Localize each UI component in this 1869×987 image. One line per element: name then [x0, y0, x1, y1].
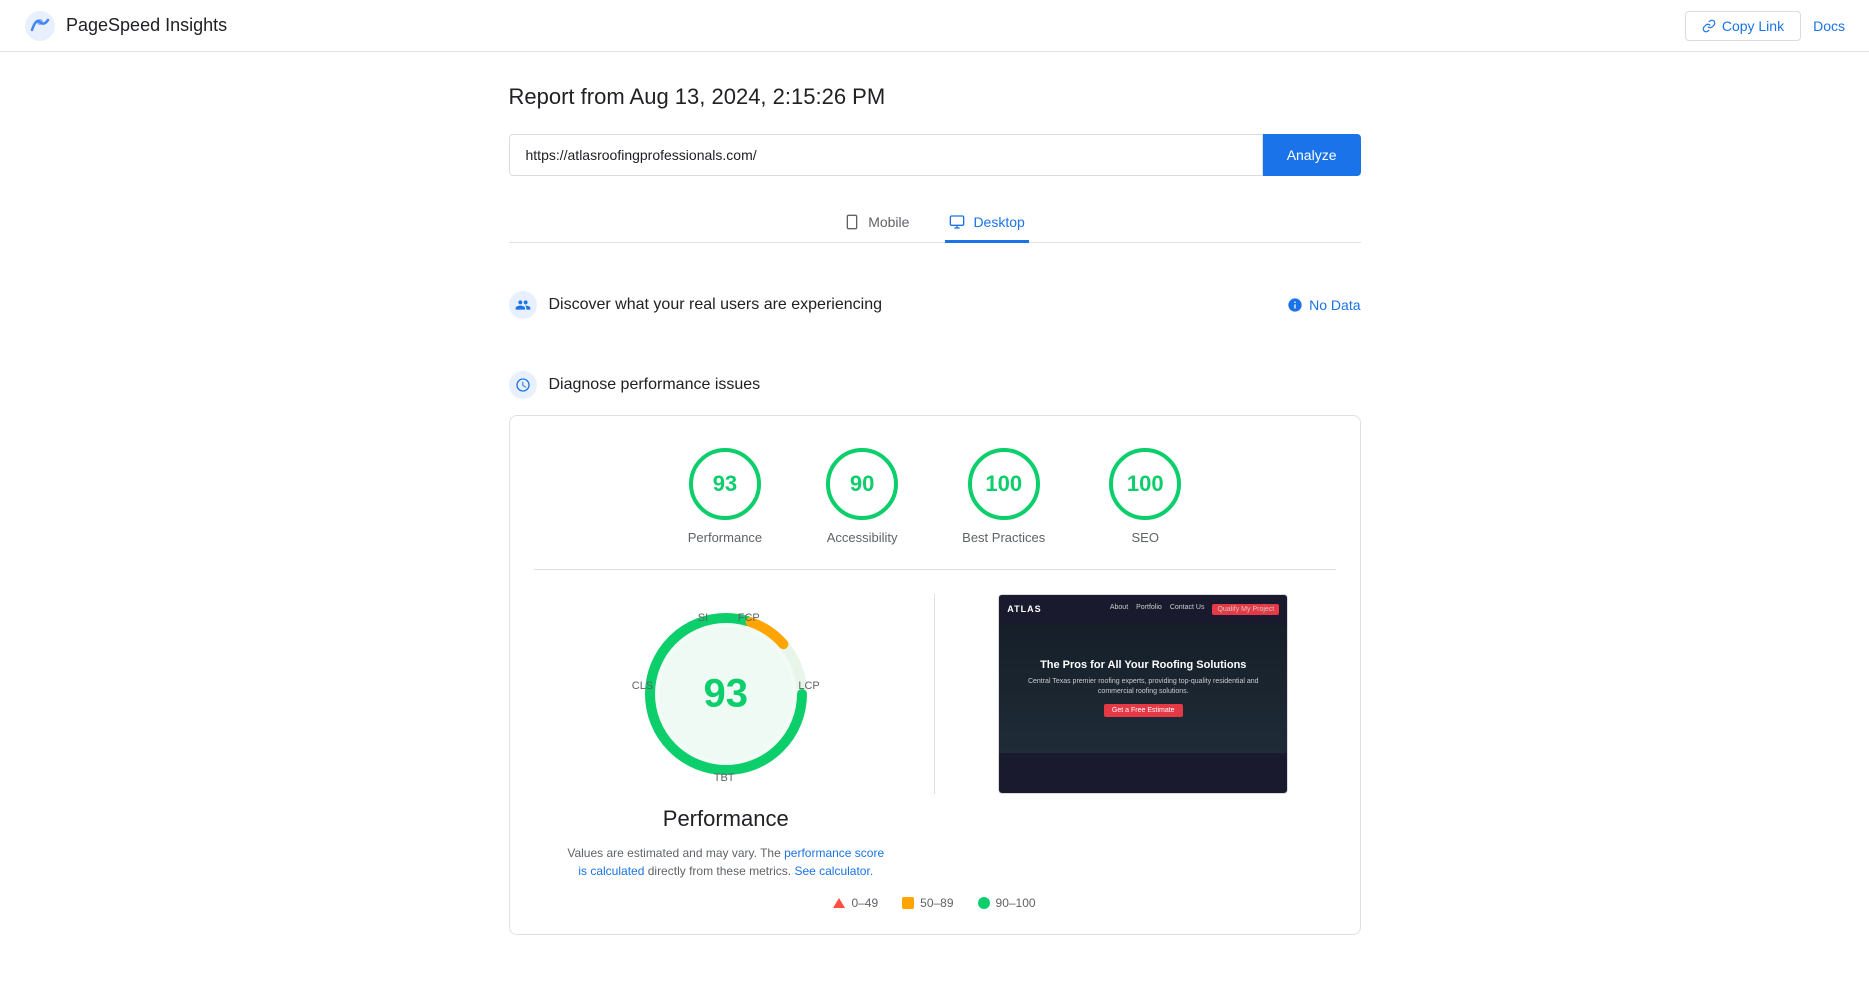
diagnose-icon — [509, 371, 537, 399]
device-tabs: Mobile Desktop — [509, 204, 1361, 243]
gauge-label-tbt: TBT — [714, 772, 735, 784]
screenshot-nav: About Portfolio Contact Us Qualify My Pr… — [1110, 604, 1279, 615]
copy-link-button[interactable]: Copy Link — [1685, 11, 1801, 41]
legend-pass: 90–100 — [978, 896, 1036, 910]
no-data-label: No Data — [1309, 297, 1360, 313]
legend-row: 0–49 50–89 90–100 — [534, 896, 1336, 910]
performance-label: Performance — [688, 530, 762, 545]
scores-row: 93 Performance 90 Accessibility 100 Best… — [534, 448, 1336, 545]
tab-mobile[interactable]: Mobile — [840, 204, 913, 243]
real-users-left: Discover what your real users are experi… — [509, 291, 882, 319]
gauge-icon — [515, 377, 531, 393]
gauge-section: 93 SI FCP LCP TBT CLS Performance — [550, 594, 903, 880]
best-practices-label: Best Practices — [962, 530, 1045, 545]
real-users-icon — [509, 291, 537, 319]
legend-fail: 0–49 — [833, 896, 878, 910]
legend-square-icon — [902, 897, 914, 909]
screenshot-bottom — [999, 753, 1287, 773]
scores-card: 93 Performance 90 Accessibility 100 Best… — [509, 415, 1361, 935]
legend-average: 50–89 — [902, 896, 953, 910]
header: PageSpeed Insights Copy Link Docs — [0, 0, 1869, 52]
accessibility-circle: 90 — [826, 448, 898, 520]
pagespeed-logo-icon — [24, 10, 56, 42]
tab-mobile-label: Mobile — [868, 214, 909, 230]
score-accessibility: 90 Accessibility — [826, 448, 898, 545]
gauge-label-cls: CLS — [632, 680, 653, 692]
screenshot-nav-btn: Qualify My Project — [1212, 604, 1279, 615]
gauge-label-si: SI — [698, 612, 708, 624]
score-best-practices: 100 Best Practices — [962, 448, 1045, 545]
accessibility-label: Accessibility — [827, 530, 898, 545]
screenshot-hero-title: The Pros for All Your Roofing Solutions — [1040, 659, 1246, 671]
header-left: PageSpeed Insights — [24, 10, 227, 42]
main-content: Report from Aug 13, 2024, 2:15:26 PM Ana… — [485, 52, 1385, 987]
gauge-label-fcp: FCP — [738, 612, 760, 624]
score-performance: 93 Performance — [688, 448, 762, 545]
people-icon — [515, 297, 531, 313]
real-users-section: Discover what your real users are experi… — [509, 275, 1361, 335]
scores-divider — [534, 569, 1336, 570]
perf-title: Performance — [663, 806, 789, 832]
header-right: Copy Link Docs — [1685, 11, 1845, 41]
perf-detail: 93 SI FCP LCP TBT CLS Performance — [534, 594, 1336, 880]
gauge-wrapper: 93 SI FCP LCP TBT CLS — [626, 594, 826, 794]
docs-link[interactable]: Docs — [1813, 18, 1845, 34]
url-input[interactable] — [509, 134, 1263, 176]
screenshot-brand: ATLAS — [1007, 604, 1041, 614]
gauge-label-lcp: LCP — [798, 680, 819, 692]
tab-desktop-label: Desktop — [973, 214, 1024, 230]
screenshot-mock: ATLAS About Portfolio Contact Us Qualify… — [998, 594, 1288, 794]
best-practices-circle: 100 — [968, 448, 1040, 520]
perf-note: Values are estimated and may vary. The p… — [566, 844, 886, 880]
calculator-link[interactable]: See calculator. — [794, 864, 873, 878]
real-users-header: Discover what your real users are experi… — [509, 275, 1361, 335]
info-icon — [1287, 297, 1303, 313]
analyze-button[interactable]: Analyze — [1263, 134, 1361, 176]
seo-label: SEO — [1132, 530, 1159, 545]
diagnose-section: Diagnose performance issues 93 Performan… — [509, 355, 1361, 935]
mobile-icon — [844, 214, 860, 230]
legend-circle-icon — [978, 897, 990, 909]
screenshot-cta: Get a Free Estimate — [1104, 704, 1183, 717]
diagnose-header: Diagnose performance issues — [509, 355, 1361, 415]
screenshot-header: ATLAS About Portfolio Contact Us Qualify… — [999, 595, 1287, 623]
link-icon — [1702, 19, 1716, 33]
report-title: Report from Aug 13, 2024, 2:15:26 PM — [509, 84, 1361, 110]
desktop-icon — [949, 214, 965, 230]
screenshot-hero: The Pros for All Your Roofing Solutions … — [999, 623, 1287, 753]
performance-circle: 93 — [689, 448, 761, 520]
diagnose-left: Diagnose performance issues — [509, 371, 761, 399]
seo-circle: 100 — [1109, 448, 1181, 520]
real-users-title: Discover what your real users are experi… — [549, 296, 882, 314]
gauge-labels: SI FCP LCP TBT CLS — [626, 594, 826, 794]
screenshot-hero-text: Central Texas premier roofing experts, p… — [1011, 677, 1275, 697]
app-title: PageSpeed Insights — [66, 15, 227, 36]
diagnose-title: Diagnose performance issues — [549, 376, 761, 394]
url-bar: Analyze — [509, 134, 1361, 176]
no-data-indicator[interactable]: No Data — [1287, 297, 1360, 313]
score-seo: 100 SEO — [1109, 448, 1181, 545]
legend-triangle-icon — [833, 898, 845, 908]
screenshot-section: ATLAS About Portfolio Contact Us Qualify… — [934, 594, 1320, 794]
tab-desktop[interactable]: Desktop — [945, 204, 1028, 243]
